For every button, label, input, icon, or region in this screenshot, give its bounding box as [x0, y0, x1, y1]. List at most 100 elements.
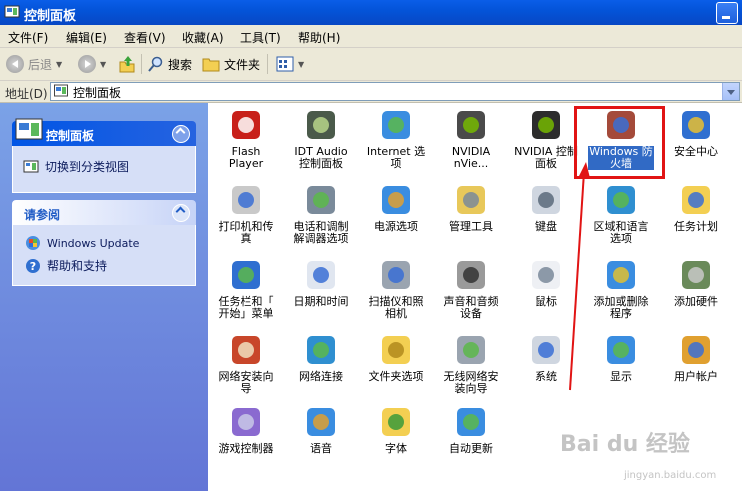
control-panel-panel-header[interactable]: 控制面板: [12, 118, 196, 146]
speech-icon: [307, 408, 335, 436]
collapse-icon[interactable]: [172, 125, 190, 143]
up-folder-button[interactable]: [118, 53, 136, 75]
control-panel-item[interactable]: 电源选项: [360, 183, 432, 233]
control-panel-item[interactable]: 添加硬件: [660, 258, 732, 308]
taskbar-icon: [232, 261, 260, 289]
address-input[interactable]: 控制面板: [50, 82, 740, 101]
control-panel-item[interactable]: 扫描仪和照 相机: [360, 258, 432, 320]
item-label: 安全中心: [674, 145, 718, 158]
control-panel-item[interactable]: 网络连接: [285, 333, 357, 383]
item-label: 电源选项: [374, 220, 418, 233]
see-also-panel-header[interactable]: 请参阅: [12, 200, 196, 225]
item-label: 用户帐户: [674, 370, 718, 383]
toolbar: 后退 ▼ ▼ 搜索 文件夹 ▼: [0, 48, 742, 81]
control-panel-item[interactable]: 电话和调制 解调器选项: [285, 183, 357, 245]
forward-button[interactable]: ▼: [78, 53, 106, 75]
control-panel-item[interactable]: 管理工具: [435, 183, 507, 233]
see-also-panel: 请参阅 Windows Update ? 帮助和支持: [12, 200, 196, 286]
control-panel-item[interactable]: 打印机和传 真: [210, 183, 282, 245]
control-panel-item[interactable]: IDT Audio 控制面板: [285, 108, 357, 170]
nvidia-icon: [457, 111, 485, 139]
control-panel-item[interactable]: 语音: [285, 405, 357, 455]
watermark: Bai du 经验: [560, 432, 690, 457]
control-panel-item[interactable]: 游戏控制器: [210, 405, 282, 455]
phone-modem-icon: [307, 186, 335, 214]
scheduled-tasks-icon: [682, 186, 710, 214]
menu-file[interactable]: 文件(F): [8, 29, 48, 46]
control-panel-item[interactable]: 日期和时间: [285, 258, 357, 308]
svg-text:?: ?: [30, 260, 36, 273]
user-accounts-icon: [682, 336, 710, 364]
folders-button[interactable]: 文件夹: [202, 53, 260, 75]
windows-update-link[interactable]: Windows Update: [25, 235, 139, 251]
nvidia-panel-icon: [532, 111, 560, 139]
control-panel-item[interactable]: 任务计划: [660, 183, 732, 233]
item-label: 扫描仪和照 相机: [368, 295, 424, 320]
panel-body: 切换到分类视图: [12, 146, 196, 193]
switch-to-category-view-link[interactable]: 切换到分类视图: [23, 158, 129, 175]
link-label: 帮助和支持: [47, 259, 108, 273]
help-icon: ?: [26, 258, 40, 273]
back-button[interactable]: 后退 ▼: [6, 53, 62, 75]
item-label: 电话和调制 解调器选项: [293, 220, 349, 245]
menu-help[interactable]: 帮助(H): [298, 29, 340, 46]
control-panel-icon: [15, 118, 43, 140]
views-icon: [276, 56, 294, 72]
control-panel-item[interactable]: 无线网络安 装向导: [435, 333, 507, 395]
security-center-icon: [682, 111, 710, 139]
control-panel-item[interactable]: 声音和音频 设备: [435, 258, 507, 320]
network-connections-icon: [307, 336, 335, 364]
forward-dropdown-icon[interactable]: ▼: [100, 60, 106, 69]
search-button[interactable]: 搜索: [148, 53, 192, 75]
item-label: Flash Player: [228, 145, 264, 170]
control-panel-item[interactable]: 文件夹选项: [360, 333, 432, 383]
item-label: 声音和音频 设备: [443, 295, 499, 320]
sound-icon: [457, 261, 485, 289]
add-hardware-icon: [682, 261, 710, 289]
category-view-icon: [23, 160, 39, 172]
wireless-icon: [457, 336, 485, 364]
collapse-icon[interactable]: [172, 204, 190, 222]
control-panel-item[interactable]: 安全中心: [660, 108, 732, 158]
control-panel-item[interactable]: Internet 选 项: [360, 108, 432, 170]
control-panel-item[interactable]: Flash Player: [210, 108, 282, 170]
views-dropdown-icon[interactable]: ▼: [298, 60, 304, 69]
folder-options-icon: [382, 336, 410, 364]
menu-favorites[interactable]: 收藏(A): [182, 29, 224, 46]
minimize-button[interactable]: [716, 2, 738, 24]
item-label: 字体: [385, 442, 407, 455]
menu-tools[interactable]: 工具(T): [240, 29, 281, 46]
add-remove-icon: [607, 261, 635, 289]
control-panel-item[interactable]: 任务栏和「 开始」菜单: [210, 258, 282, 320]
game-controllers-icon: [232, 408, 260, 436]
control-panel-item[interactable]: 网络安装向 导: [210, 333, 282, 395]
search-label: 搜索: [168, 57, 193, 72]
views-button[interactable]: ▼: [276, 53, 304, 75]
network-setup-icon: [232, 336, 260, 364]
datetime-icon: [307, 261, 335, 289]
search-icon: [148, 56, 163, 72]
forward-arrow-icon: [78, 55, 96, 73]
back-dropdown-icon[interactable]: ▼: [56, 60, 62, 69]
folders-label: 文件夹: [224, 57, 261, 72]
menu-edit[interactable]: 编辑(E): [66, 29, 107, 46]
address-label: 地址(D): [5, 87, 48, 101]
address-value: 控制面板: [73, 86, 122, 100]
control-panel-item[interactable]: 自动更新: [435, 405, 507, 455]
menu-bar: 文件(F) 编辑(E) 查看(V) 收藏(A) 工具(T) 帮助(H): [0, 25, 742, 48]
menu-view[interactable]: 查看(V): [124, 29, 166, 46]
item-label: 日期和时间: [293, 295, 349, 308]
control-panel-item[interactable]: 用户帐户: [660, 333, 732, 383]
power-icon: [382, 186, 410, 214]
item-label: 打印机和传 真: [218, 220, 274, 245]
item-label: 无线网络安 装向导: [443, 370, 499, 395]
help-and-support-link[interactable]: ? 帮助和支持: [25, 257, 107, 274]
display-icon: [607, 336, 635, 364]
item-label: 添加硬件: [674, 295, 718, 308]
control-panel-item[interactable]: NVIDIA nVie...: [435, 108, 507, 170]
control-panel-item[interactable]: 字体: [360, 405, 432, 455]
auto-update-icon: [457, 408, 485, 436]
back-arrow-icon: [6, 55, 24, 73]
toolbar-separator: [267, 54, 268, 74]
address-dropdown-icon[interactable]: [722, 83, 739, 100]
